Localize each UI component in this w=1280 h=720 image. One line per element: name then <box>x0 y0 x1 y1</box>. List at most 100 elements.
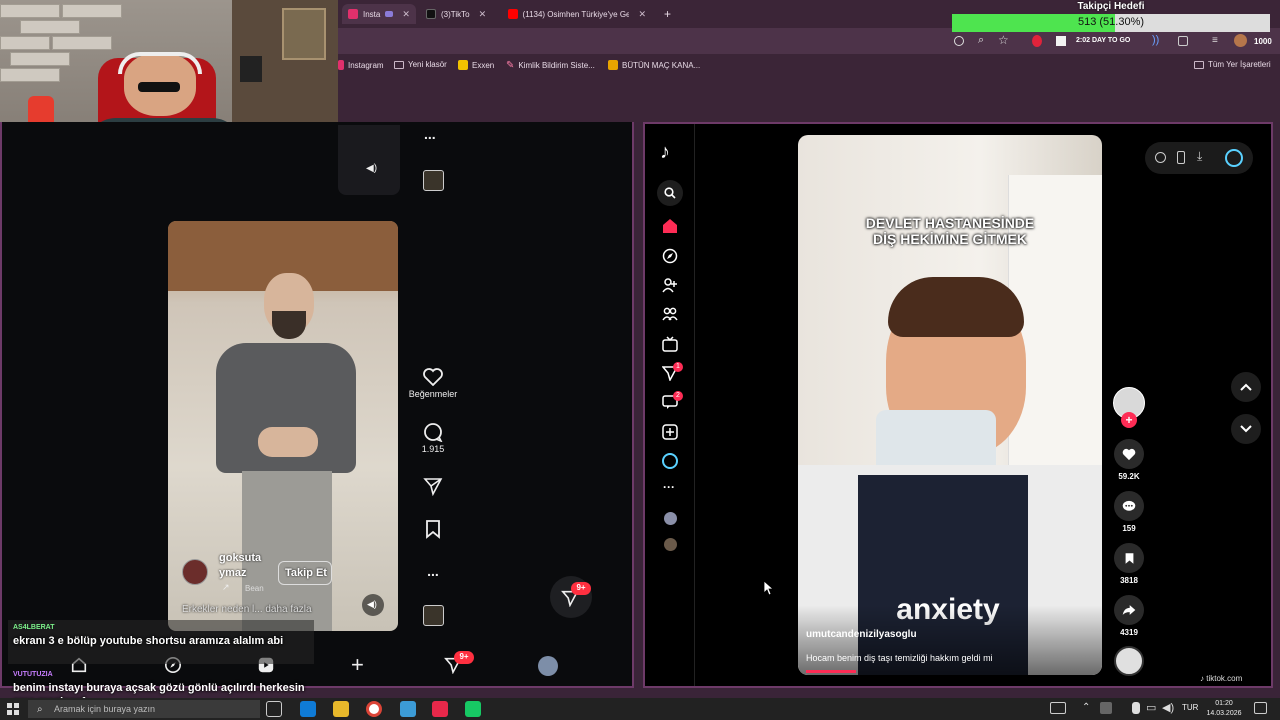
more-icon[interactable]: ··· <box>663 480 675 494</box>
microphone-icon[interactable] <box>1132 702 1140 714</box>
app-green-icon[interactable] <box>465 701 481 717</box>
following-avatar-1[interactable] <box>664 512 677 525</box>
tab-tiktok[interactable]: (3)TikTo ✕ <box>420 4 498 24</box>
like-button[interactable]: Beğenmeler <box>407 368 459 399</box>
previous-reel-thumb[interactable]: ◀) <box>338 125 400 195</box>
reel-caption[interactable]: Erkekler neden l... daha fazla <box>182 604 312 615</box>
home-icon[interactable] <box>662 218 678 234</box>
share-button[interactable]: 4319 <box>1112 595 1146 637</box>
share-button[interactable] <box>407 476 459 496</box>
live-icon[interactable] <box>662 336 678 352</box>
comments-count: 1.915 <box>421 444 445 454</box>
music-disc[interactable] <box>1114 646 1144 676</box>
extension-white-icon[interactable] <box>1056 36 1066 46</box>
app-red-icon[interactable] <box>432 701 448 717</box>
volume-icon[interactable]: ◀) <box>1162 701 1174 714</box>
profile-avatar[interactable] <box>1225 149 1243 167</box>
next-video-button[interactable] <box>1231 414 1261 444</box>
bookmark-label: Exxen <box>472 60 495 70</box>
lens-icon[interactable] <box>954 36 964 46</box>
following-avatar-2[interactable] <box>664 538 677 551</box>
language-indicator[interactable]: TUR <box>1182 703 1198 712</box>
like-button[interactable]: 59.2K <box>1112 439 1146 481</box>
bookmark-folder[interactable]: Yeni klasör <box>394 60 447 69</box>
new-tab-button[interactable]: + <box>658 4 678 24</box>
extensions-puzzle-icon[interactable] <box>1178 36 1188 46</box>
heart-icon <box>423 368 443 386</box>
star-icon[interactable]: ☆ <box>998 33 1009 47</box>
notification-center-icon[interactable] <box>1254 702 1267 714</box>
video-progress[interactable] <box>806 670 856 673</box>
messages-badge: 2 <box>673 391 683 401</box>
reel-mute-icon[interactable]: ◀) <box>362 594 384 616</box>
reel-more-button[interactable]: ... <box>407 563 459 579</box>
messages-fab[interactable]: 9+ <box>550 576 592 618</box>
audio-label[interactable]: Bean <box>245 584 264 593</box>
edge-icon[interactable] <box>300 701 316 717</box>
reading-list-icon[interactable]: ≡ <box>1212 35 1218 46</box>
tiktok-logo-icon[interactable]: ♪ <box>660 141 670 164</box>
bookmark-kimlik[interactable]: ✎ Kimlik Bildirim Siste... <box>506 60 595 71</box>
profile-avatar[interactable] <box>1234 34 1247 47</box>
taskbar-search-input[interactable]: ⌕ Aramak için buraya yazın <box>28 700 260 718</box>
tab-youtube[interactable]: (1134) Osimhen Türkiye'ye Gel ✕ <box>502 4 652 24</box>
person-hair <box>888 277 1024 337</box>
follow-creator-button[interactable]: + <box>1121 412 1137 428</box>
bookmark-instagram[interactable]: Instagram <box>338 60 384 70</box>
close-icon[interactable]: ✕ <box>402 9 410 20</box>
autoscroll-icon[interactable] <box>1155 152 1166 163</box>
author-username[interactable]: goksuta ymaz <box>219 551 265 581</box>
shares-count: 4319 <box>1120 628 1138 637</box>
tray-app-icon[interactable] <box>1100 702 1112 714</box>
video-text-line-2: DİŞ HEKİMİNE GİTMEK <box>872 231 1027 247</box>
comment-button[interactable]: 159 <box>1112 491 1146 533</box>
all-bookmarks[interactable]: Tüm Yer İşaretleri <box>1194 60 1271 69</box>
video-username[interactable]: umutcandenizilyasoglu <box>806 629 917 640</box>
save-button[interactable]: 3818 <box>1112 543 1146 585</box>
comment-icon <box>1122 500 1136 511</box>
chrome-icon[interactable] <box>366 701 382 717</box>
reel-audio-thumb[interactable] <box>423 605 444 626</box>
mute-icon[interactable]: ◀) <box>366 163 377 174</box>
tray-chevron-icon[interactable]: ⌃ <box>1082 702 1090 713</box>
compass-icon[interactable] <box>662 248 678 264</box>
following-icon[interactable] <box>662 277 678 293</box>
extension-red-icon[interactable] <box>1032 35 1042 47</box>
clock[interactable]: 01:20 14.03.2026 <box>1204 699 1244 719</box>
task-view-icon[interactable] <box>266 701 282 717</box>
upload-icon[interactable] <box>662 424 678 440</box>
chevron-down-icon <box>1240 425 1252 433</box>
close-icon[interactable]: ✕ <box>479 9 487 20</box>
friends-icon[interactable] <box>662 306 678 322</box>
save-button[interactable] <box>407 519 459 539</box>
network-icon[interactable]: ▭ <box>1146 701 1156 714</box>
file-explorer-icon[interactable] <box>333 701 349 717</box>
obs-tool-icon[interactable] <box>400 701 416 717</box>
share-circle <box>1114 595 1144 625</box>
tab-instagram[interactable]: Insta ✕ <box>342 4 416 24</box>
audio-extension-icon[interactable]: )) <box>1152 34 1159 46</box>
search-button[interactable] <box>657 180 683 206</box>
new-tab-label: + <box>664 7 672 21</box>
close-icon[interactable]: ✕ <box>638 9 646 20</box>
bookmark-label: Instagram <box>348 60 384 70</box>
nav-profile-avatar[interactable] <box>538 656 558 676</box>
profile-icon[interactable] <box>662 453 678 469</box>
tiktok-video[interactable]: DEVLET HASTANESİNDE DİŞ HEKİMİNE GİTMEK … <box>798 135 1102 675</box>
download-icon[interactable]: ⤓ <box>1197 149 1202 164</box>
follow-button[interactable]: Takip Et <box>278 561 332 585</box>
top-audio-thumb[interactable] <box>423 170 444 191</box>
nav-create[interactable]: + <box>351 652 364 678</box>
mini-player-icon[interactable] <box>1177 151 1185 164</box>
top-more-button[interactable]: ... <box>424 126 436 142</box>
bookmark-exxen[interactable]: Exxen <box>458 60 494 70</box>
keyboard-icon[interactable] <box>1050 702 1066 714</box>
zoom-icon[interactable]: ⌕ <box>978 34 984 47</box>
author-avatar[interactable] <box>182 559 208 585</box>
nav-messages[interactable]: 9+ <box>444 651 474 674</box>
windows-start-icon[interactable] <box>7 703 19 715</box>
extension-countdown[interactable]: 2:02 DAY TO GO <box>1076 37 1130 44</box>
previous-video-button[interactable] <box>1231 372 1261 402</box>
bookmark-mac-kanal[interactable]: BÜTÜN MAÇ KANA... <box>608 60 700 70</box>
comment-button[interactable]: 1.915 <box>407 422 459 454</box>
